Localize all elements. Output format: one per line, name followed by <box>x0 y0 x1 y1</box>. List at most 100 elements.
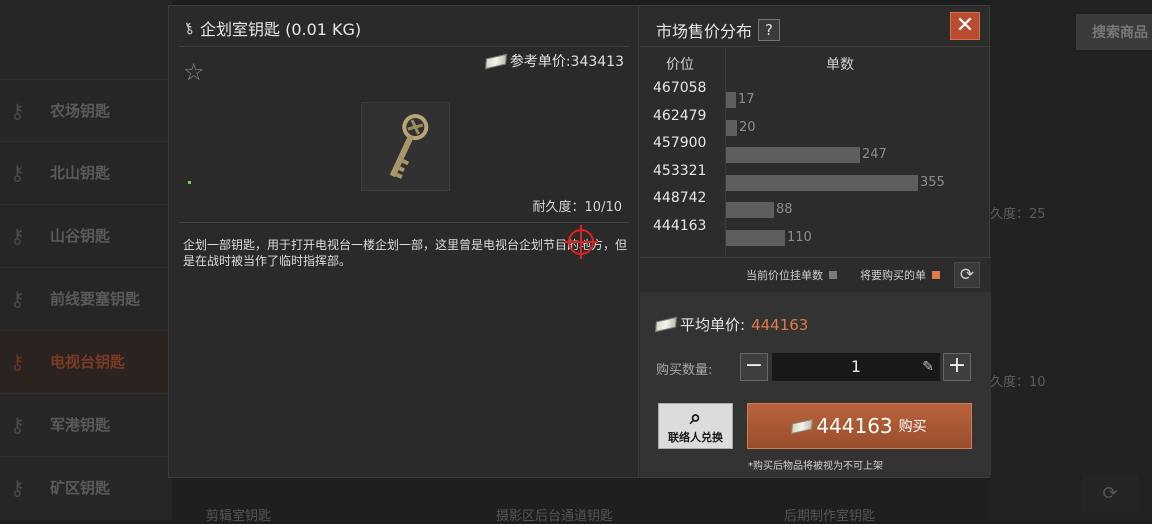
sidebar-item-valley-key[interactable]: ⚷ 山谷钥匙 <box>0 204 172 266</box>
chart-legend: 当前价位挂单数 将要购买的单 ⟳ <box>640 258 991 291</box>
price-level-label: 453321 <box>653 162 707 179</box>
durability: 耐久度：10/10 <box>532 200 622 215</box>
item-image <box>361 102 450 191</box>
order-count-bar <box>726 202 774 219</box>
sidebar-item-north-mountain-key[interactable]: ⚷ 北山钥匙 <box>0 141 172 203</box>
key-icon: ⚷ <box>10 223 25 248</box>
order-count-label: 247 <box>862 147 887 163</box>
buy-amount: 444163 <box>816 414 893 438</box>
key-icon: ⚷ <box>180 17 197 39</box>
price-level-label: 444163 <box>653 218 707 234</box>
favorite-star-icon[interactable]: ☆ <box>183 58 205 86</box>
sidebar-item-farm-key[interactable]: ⚷ 农场钥匙 <box>0 79 172 141</box>
column-header-price: 价位 <box>666 57 694 73</box>
purchase-dialog: ⚷ 企划室钥匙 (0.01 KG) 参考单价:343413 ☆ 耐久度：10/1 <box>168 5 991 478</box>
quantity-input[interactable]: 1 ✎ <box>772 353 940 381</box>
key-icon: ⚷ <box>10 475 25 500</box>
divider <box>179 222 629 223</box>
divider <box>179 46 629 47</box>
background-item-label: 剪辑室钥匙 <box>206 509 272 524</box>
order-count-label: 110 <box>787 230 812 245</box>
background-item-label: 后期制作室钥匙 <box>784 509 876 524</box>
contact-exchange-label: 联络人兑换 <box>668 431 723 444</box>
order-count-bar <box>726 230 785 246</box>
average-price-label: 平均单价: <box>680 316 746 334</box>
quantity-decrease-button[interactable]: − <box>740 353 768 381</box>
key-icon: ⚷ <box>10 160 25 185</box>
search-products-button[interactable]: 搜索商品 <box>1076 14 1152 50</box>
legend-current: 当前价位挂单数 <box>746 267 837 283</box>
key-item-icon <box>389 114 429 179</box>
price-distribution-chart: 价位 单数 467058 17 462479 20 457900 247 453321 355… <box>640 46 991 258</box>
close-button[interactable]: ✕ <box>950 12 980 40</box>
help-button[interactable]: ? <box>758 19 781 41</box>
order-count-label: 20 <box>739 119 756 135</box>
pencil-icon[interactable]: ✎ <box>922 353 934 381</box>
key-icon: ⚷ <box>10 349 25 374</box>
order-count-bar <box>726 119 737 136</box>
order-count-bar <box>726 147 860 164</box>
price-level-label: 457900 <box>653 135 707 152</box>
column-header-count: 单数 <box>826 57 854 73</box>
legend-current-label: 当前价位挂单数 <box>746 269 823 282</box>
item-title-text: 企划室钥匙 (0.01 KG) <box>200 20 362 39</box>
background-right-panel <box>990 0 1152 520</box>
order-count-label: 355 <box>920 174 945 190</box>
money-icon <box>655 316 677 333</box>
item-description: 企划一部钥匙，用于打开电视台一楼企划一部，这里曾是电视台企划节目的地方，但是在战… <box>183 238 628 268</box>
refresh-button[interactable]: ⟳ <box>954 262 980 288</box>
purchase-note: *购买后物品将被视为不可上架 <box>748 461 883 472</box>
market-title-text: 市场售价分布 <box>656 22 753 41</box>
money-icon <box>791 418 814 434</box>
legend-buy-label: 将要购买的单 <box>860 269 926 282</box>
sidebar-item-label: 前线要塞钥匙 <box>50 290 141 308</box>
quantity-value: 1 <box>850 357 862 376</box>
order-count-bar <box>726 174 918 191</box>
sidebar-item-label: 电视台钥匙 <box>50 353 126 371</box>
item-detail-pane: ⚷ 企划室钥匙 (0.01 KG) 参考单价:343413 ☆ 耐久度：10/1 <box>169 6 639 477</box>
item-title: ⚷ 企划室钥匙 (0.01 KG) <box>180 16 362 40</box>
order-count-label: 17 <box>738 92 755 107</box>
quantity-label: 购买数量: <box>656 363 713 378</box>
money-icon <box>484 53 507 69</box>
background-durability: 久度：10 <box>990 375 1046 390</box>
crosshair-icon <box>564 225 598 259</box>
background-item-label: 摄影区后台通道钥匙 <box>496 509 614 524</box>
background-sidebar: ⚷ 农场钥匙 ⚷ 北山钥匙 ⚷ 山谷钥匙 ⚷ 前线要塞钥匙 ⚷ 电视台钥匙 ⚷ 军港钥匙 ⚷… <box>0 0 172 520</box>
legend-buy: 将要购买的单 <box>860 267 940 283</box>
price-level-label: 462479 <box>653 107 707 124</box>
order-count-bar <box>726 92 736 108</box>
legend-buy-swatch <box>932 271 940 279</box>
sidebar-item-tv-station-key[interactable]: ⚷ 电视台钥匙 <box>0 330 172 392</box>
market-title: 市场售价分布 ? <box>656 18 781 42</box>
status-dot <box>188 181 191 184</box>
market-pane: 市场售价分布 ? ✕ 价位 单数 467058 17 462479 20 457900 2… <box>640 6 991 477</box>
key-icon: ⚷ <box>10 412 25 437</box>
buy-button[interactable]: 444163 购买 <box>747 403 972 449</box>
reference-price: 参考单价:343413 <box>484 51 624 71</box>
sidebar-item-label: 北山钥匙 <box>50 164 111 182</box>
sidebar-item-naval-port-key[interactable]: ⚷ 军港钥匙 <box>0 393 172 455</box>
price-level-label: 448742 <box>653 190 707 207</box>
sidebar-item-label: 矿区钥匙 <box>50 479 111 497</box>
sidebar-item-label: 山谷钥匙 <box>50 227 111 245</box>
average-price-value: 444163 <box>751 315 809 334</box>
sidebar-item-frontline-fortress-key[interactable]: ⚷ 前线要塞钥匙 <box>0 267 172 329</box>
price-level-label: 467058 <box>653 80 707 96</box>
background-durability: 久度：25 <box>990 207 1046 222</box>
order-count-label: 88 <box>776 202 793 218</box>
reference-price-text: 参考单价:343413 <box>509 54 624 70</box>
sidebar-item-label: 农场钥匙 <box>50 102 111 120</box>
key-icon: ⚷ <box>10 98 25 123</box>
purchase-panel: 平均单价: 444163 购买数量: − 1 ✎ + ⌕ 联络人兑换 44416… <box>640 292 991 477</box>
contact-exchange-button[interactable]: ⌕ 联络人兑换 <box>658 403 733 449</box>
legend-current-swatch <box>829 271 837 279</box>
sidebar-item-label: 军港钥匙 <box>50 416 111 434</box>
key-icon: ⚷ <box>10 286 25 311</box>
sidebar-item-mine-key[interactable]: ⚷ 矿区钥匙 <box>0 456 172 518</box>
average-price: 平均单价: 444163 <box>655 314 809 335</box>
buy-label: 购买 <box>898 419 927 435</box>
search-icon: ⌕ <box>689 405 702 429</box>
background-refresh-icon[interactable]: ⟳ <box>1082 476 1138 512</box>
quantity-increase-button[interactable]: + <box>943 353 971 381</box>
